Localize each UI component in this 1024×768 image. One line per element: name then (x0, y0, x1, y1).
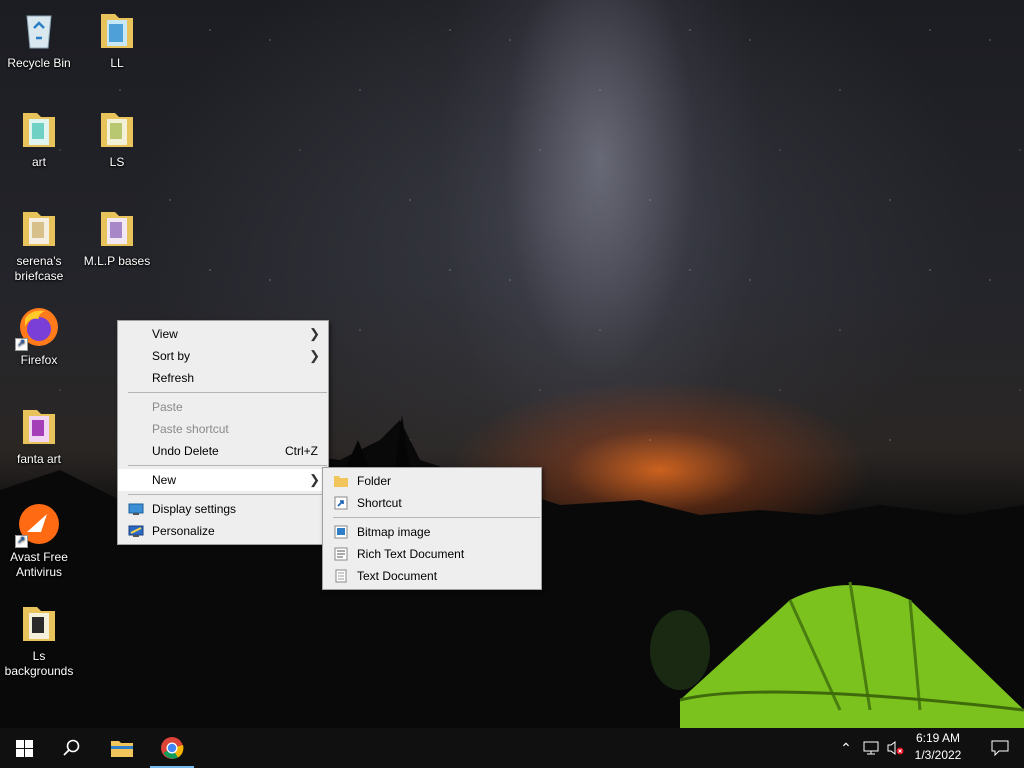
show-hidden-icons-button[interactable]: ⌃ (835, 728, 857, 768)
menu-item-undo-delete[interactable]: Undo Delete Ctrl+Z (118, 440, 328, 462)
submenu-item-rich-text-document[interactable]: Rich Text Document (323, 543, 541, 565)
chevron-right-icon: ❯ (309, 326, 320, 341)
clock-date: 1/3/2022 (914, 748, 962, 762)
menu-item-label: Rich Text Document (357, 547, 465, 561)
menu-item-label: Text Document (357, 569, 438, 583)
menu-item-label: New (152, 473, 177, 487)
menu-item-label: Folder (357, 474, 392, 488)
notification-icon (991, 740, 1009, 756)
menu-item-label: Paste (152, 400, 183, 414)
desktop-icon-firefox[interactable]: Firefox (1, 305, 77, 368)
menu-item-label: Personalize (152, 524, 215, 538)
icon-label: art (31, 155, 46, 169)
menu-item-label: Sort by (152, 349, 191, 363)
text-document-icon (335, 569, 347, 583)
windows-logo-icon (15, 739, 33, 757)
menu-item-label: Shortcut (357, 496, 402, 510)
shortcut-arrow-icon (15, 533, 28, 548)
taskbar: ⌃ 6:19 AM 1/3/2022 (0, 728, 1024, 768)
icon-label: M.L.P bases (83, 254, 151, 268)
shortcut-arrow-icon (15, 336, 28, 351)
icon-label: Ls backgrounds (4, 649, 74, 678)
menu-item-display-settings[interactable]: Display settings (118, 498, 328, 520)
desktop-icon-ll[interactable]: LL (79, 8, 155, 71)
taskbar-file-explorer[interactable] (98, 728, 146, 768)
menu-item-label: Display settings (152, 502, 237, 516)
menu-item-paste-shortcut: Paste shortcut (118, 418, 328, 440)
desktop-context-menu: View ❯ Sort by ❯ Refresh Paste Paste sho… (117, 320, 329, 545)
menu-item-view[interactable]: View ❯ (118, 323, 328, 345)
menu-item-personalize[interactable]: Personalize (118, 520, 328, 542)
network-icon (863, 741, 879, 755)
chevron-right-icon: ❯ (309, 348, 320, 363)
folder-icon (334, 476, 348, 487)
icon-label: serena's briefcase (14, 254, 64, 283)
volume-tray-button[interactable] (884, 728, 906, 768)
desktop-icon-ls[interactable]: LS (79, 107, 155, 170)
desktop-icon-mlp-bases[interactable]: M.L.P bases (79, 206, 155, 269)
keyboard-shortcut: Ctrl+Z (285, 444, 318, 458)
volume-muted-icon (887, 741, 904, 755)
menu-item-label: Refresh (152, 371, 195, 385)
bitmap-image-icon (334, 525, 348, 539)
menu-item-refresh[interactable]: Refresh (118, 367, 328, 389)
submenu-item-bitmap-image[interactable]: Bitmap image (323, 521, 541, 543)
desktop-icon-recycle-bin[interactable]: Recycle Bin (1, 8, 77, 71)
folder-icon (101, 113, 133, 147)
menu-item-paste: Paste (118, 396, 328, 418)
icon-label: Firefox (20, 353, 58, 367)
menu-separator (333, 517, 540, 518)
menu-item-label: Paste shortcut (152, 422, 229, 436)
taskbar-clock[interactable]: 6:19 AM 1/3/2022 (906, 730, 970, 764)
icon-label: Recycle Bin (7, 56, 71, 70)
desktop-icon-ls-backgrounds[interactable]: Ls backgrounds (1, 601, 77, 679)
personalize-icon (128, 525, 144, 537)
menu-item-label: Undo Delete (152, 444, 219, 458)
folder-icon (23, 212, 55, 246)
menu-item-sort-by[interactable]: Sort by ❯ (118, 345, 328, 367)
display-icon (128, 503, 144, 515)
desktop-icon-serenas-briefcase[interactable]: serena's briefcase (1, 206, 77, 284)
action-center-button[interactable] (976, 728, 1024, 768)
desktop-icon-art[interactable]: art (1, 107, 77, 170)
menu-item-label: Bitmap image (357, 525, 431, 539)
folder-icon (101, 14, 133, 48)
menu-separator (128, 392, 327, 393)
submenu-item-folder[interactable]: Folder (323, 470, 541, 492)
taskbar-chrome[interactable] (148, 728, 196, 768)
folder-icon (23, 113, 55, 147)
menu-item-new[interactable]: New ❯ (118, 469, 328, 491)
submenu-item-text-document[interactable]: Text Document (323, 565, 541, 587)
chevron-right-icon: ❯ (309, 472, 320, 487)
icon-label: LS (109, 155, 125, 169)
menu-item-label: View (152, 327, 178, 341)
folder-icon (23, 607, 55, 641)
search-button[interactable] (48, 728, 96, 768)
shortcut-icon (334, 496, 348, 510)
chevron-up-icon: ⌃ (840, 739, 852, 756)
folder-icon (101, 212, 133, 246)
start-button[interactable] (0, 728, 48, 768)
tent-illustration (650, 581, 1024, 728)
menu-separator (128, 494, 327, 495)
desktop-icon-fanta-art[interactable]: fanta art (1, 404, 77, 467)
icon-label: fanta art (16, 452, 62, 466)
new-submenu: Folder Shortcut Bitmap image Rich Text D… (322, 467, 542, 590)
rich-text-document-icon (334, 547, 348, 561)
search-icon (63, 739, 80, 756)
icon-label: LL (110, 56, 124, 70)
clock-time: 6:19 AM (915, 731, 961, 745)
menu-separator (128, 465, 327, 466)
recycle-bin-icon (26, 15, 52, 49)
folder-icon (23, 410, 55, 444)
desktop-icon-avast[interactable]: Avast Free Antivirus (1, 502, 77, 580)
submenu-item-shortcut[interactable]: Shortcut (323, 492, 541, 514)
network-tray-button[interactable] (860, 728, 882, 768)
chrome-icon (161, 737, 184, 759)
icon-label: Avast Free Antivirus (10, 550, 68, 579)
file-explorer-icon (111, 741, 133, 757)
